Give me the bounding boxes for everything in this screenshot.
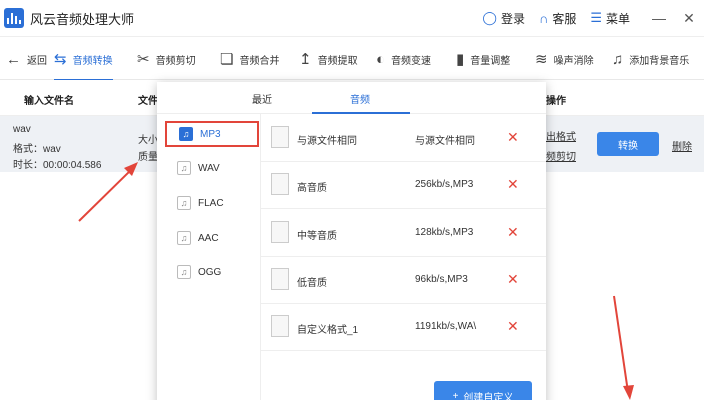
annotation-arrow-right bbox=[613, 295, 634, 400]
annotation-arrow-left bbox=[78, 162, 138, 222]
annotation-arrows bbox=[78, 162, 634, 400]
